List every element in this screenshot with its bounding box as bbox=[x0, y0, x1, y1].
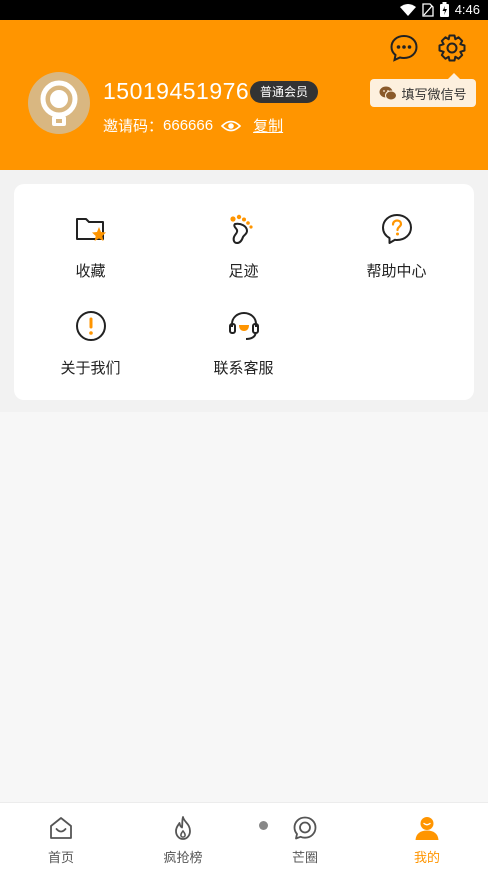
menu-item-about-us[interactable]: 关于我们 bbox=[14, 299, 167, 389]
info-icon bbox=[75, 311, 106, 341]
settings-gear-icon[interactable] bbox=[437, 33, 467, 63]
avatar[interactable] bbox=[28, 72, 90, 134]
menu-item-favorites[interactable]: 收藏 bbox=[14, 202, 167, 292]
menu-card: 收藏 足迹 帮助中心 关于我们 联系客服 bbox=[14, 184, 474, 400]
avatar-placeholder-icon bbox=[40, 80, 78, 126]
tab-hot-list[interactable]: 疯抢榜 bbox=[122, 815, 244, 866]
chat-circle-icon bbox=[293, 816, 317, 840]
favorites-folder-icon bbox=[75, 218, 106, 241]
user-phone: 15019451976 bbox=[103, 78, 250, 104]
menu-label-footprint: 足迹 bbox=[228, 262, 259, 280]
member-badge: 普通会员 bbox=[250, 81, 319, 103]
menu-label-about-us: 关于我们 bbox=[60, 359, 121, 377]
tab-label-home: 首页 bbox=[47, 851, 74, 866]
menu-item-customer-service[interactable]: 联系客服 bbox=[167, 299, 320, 389]
invite-row: 邀请码： 666666 复制 bbox=[103, 115, 283, 136]
tab-label-hot-list: 疯抢榜 bbox=[163, 851, 203, 866]
tab-label-mine: 我的 bbox=[413, 851, 440, 866]
menu-label-help-center: 帮助中心 bbox=[366, 262, 427, 280]
status-time: 4:46 bbox=[454, 2, 480, 17]
notification-dot bbox=[259, 821, 268, 830]
fill-wechat-id-tip[interactable]: 填写微信号 bbox=[370, 73, 476, 107]
profile-header: 15019451976 普通会员 邀请码： 666666 复制 填写微信号 bbox=[0, 20, 488, 170]
tab-label-mango-circle: 芒圈 bbox=[291, 851, 318, 866]
menu-label-favorites: 收藏 bbox=[75, 262, 106, 280]
bottom-tab-bar: 首页 疯抢榜 芒圈 我的 bbox=[0, 802, 488, 869]
copy-invite-code-link[interactable]: 复制 bbox=[253, 115, 283, 136]
menu-item-footprint[interactable]: 足迹 bbox=[167, 202, 320, 292]
menu-item-help-center[interactable]: 帮助中心 bbox=[320, 202, 473, 292]
tab-mine[interactable]: 我的 bbox=[366, 815, 488, 866]
footprint-icon bbox=[229, 214, 253, 244]
status-icons: 4:46 bbox=[399, 2, 480, 17]
flame-icon bbox=[175, 816, 191, 840]
message-icon[interactable] bbox=[389, 33, 419, 63]
invite-code: 666666 bbox=[163, 117, 214, 134]
profile-icon bbox=[415, 817, 439, 840]
wechat-tip-label: 填写微信号 bbox=[401, 87, 467, 103]
status-bar: 4:46 bbox=[0, 0, 488, 20]
customer-service-icon bbox=[228, 311, 259, 340]
battery-icon bbox=[439, 2, 449, 17]
invite-label: 邀请码： bbox=[103, 117, 164, 135]
eye-icon[interactable] bbox=[221, 119, 242, 133]
wifi-icon bbox=[399, 3, 416, 16]
home-icon bbox=[50, 817, 72, 839]
no-sim-icon bbox=[422, 2, 434, 17]
wechat-icon bbox=[379, 86, 398, 100]
tab-home[interactable]: 首页 bbox=[0, 815, 122, 866]
menu-label-customer-service: 联系客服 bbox=[213, 359, 274, 377]
help-icon bbox=[381, 214, 412, 244]
